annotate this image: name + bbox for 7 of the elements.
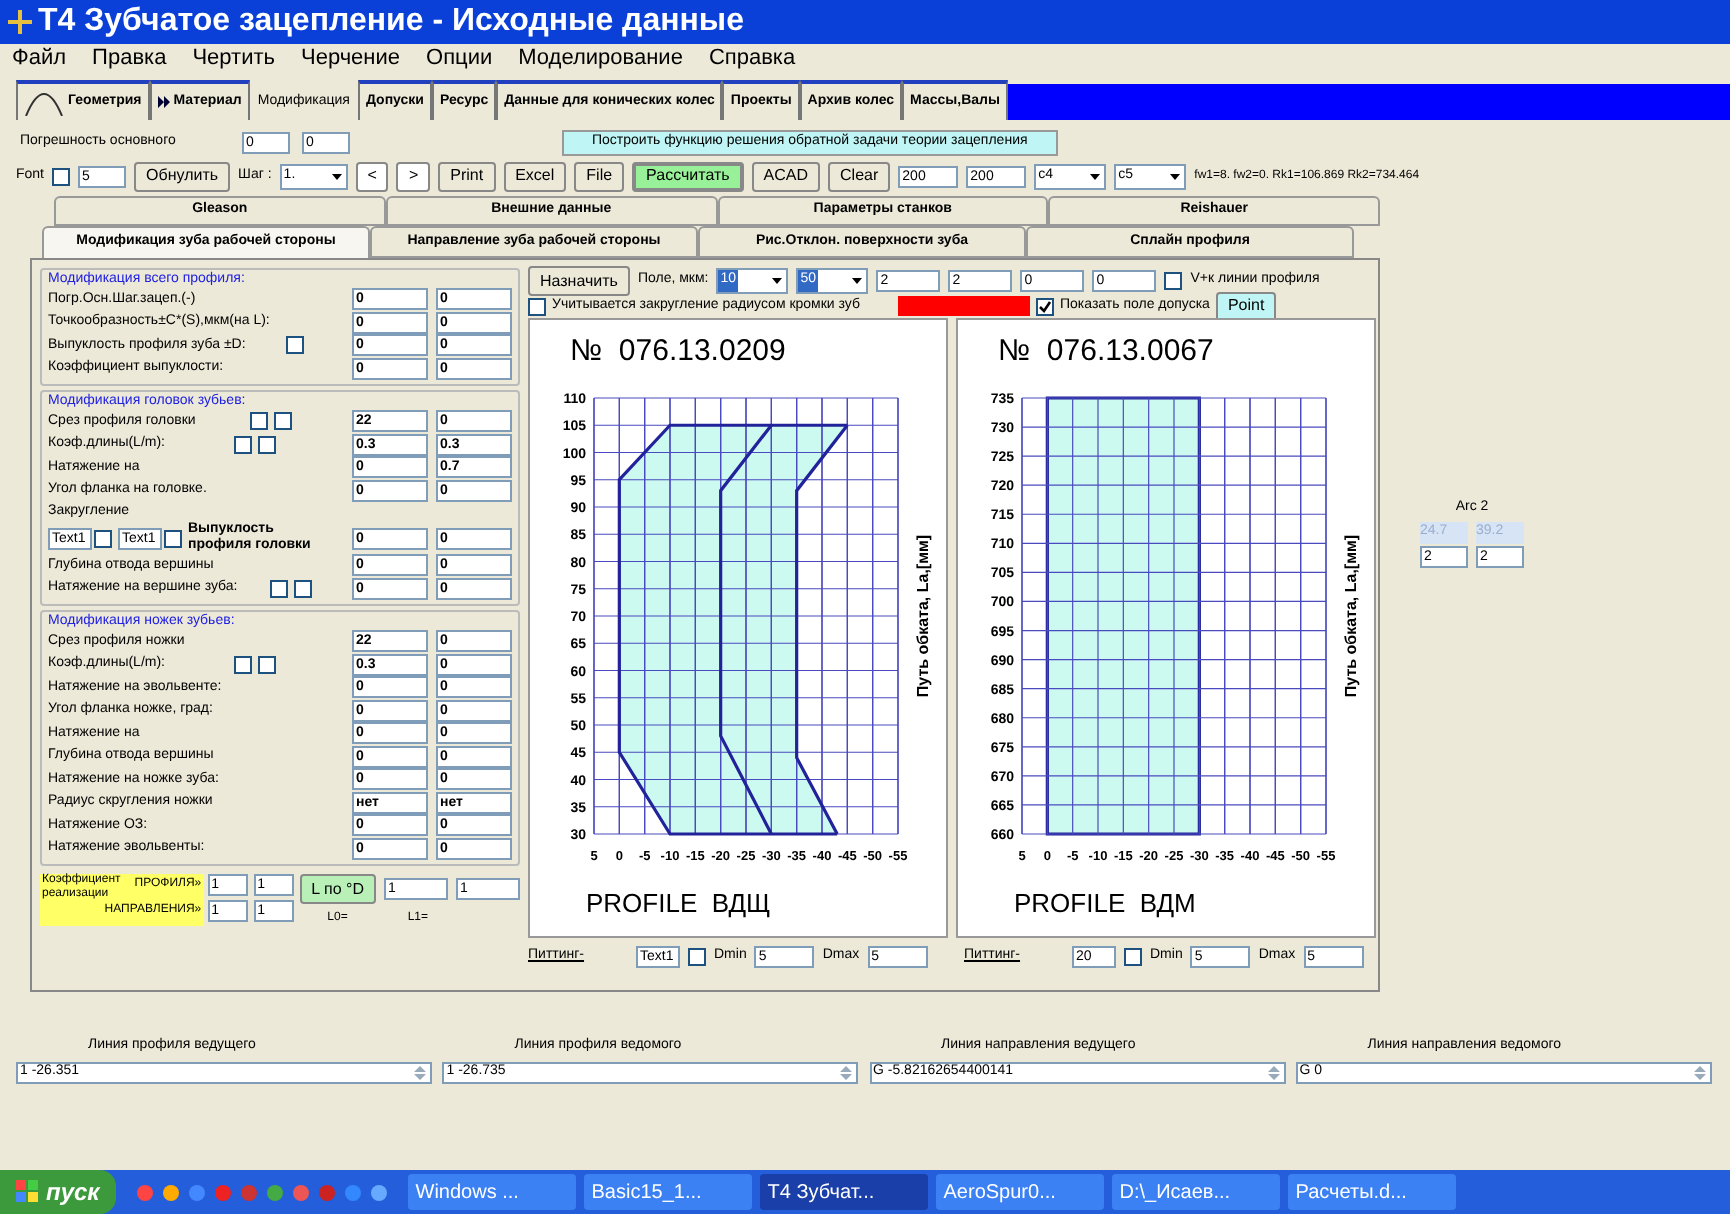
chart-title: № 076.13.0067	[998, 336, 1216, 366]
window-title: T4 Зубчатое зацепление - Исходные данные	[38, 6, 744, 38]
chart-title: № 076.13.0209	[570, 336, 788, 366]
chart-footer: PROFILE ВДМ	[1014, 890, 1374, 916]
chart-footer: PROFILE ВДЩ	[586, 890, 946, 916]
y-axis-label: Путь обката, La,[мм]	[1342, 534, 1360, 698]
y-axis-label: Путь обката, La,[мм]	[914, 534, 932, 698]
